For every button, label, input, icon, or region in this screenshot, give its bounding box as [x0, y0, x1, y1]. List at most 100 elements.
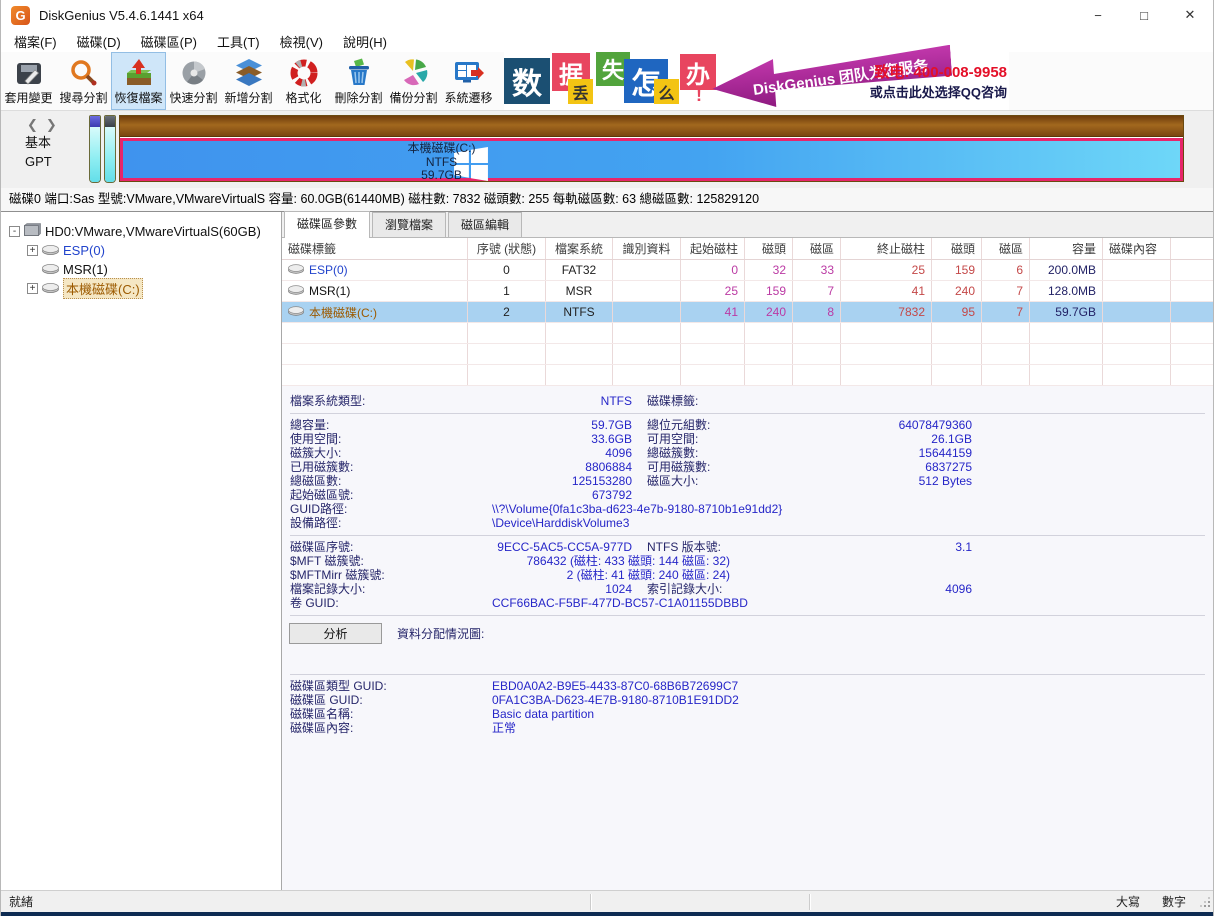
detail-value: 673792 — [480, 488, 632, 502]
toolbar-label: 搜尋分割 — [59, 89, 107, 106]
prev-disk-icon[interactable]: ❮ — [27, 117, 46, 132]
search-partition-icon — [69, 58, 99, 88]
disk-info-line: 磁碟0 端口:Sas 型號:VMware,VMwareVirtualS 容量: … — [1, 188, 1213, 212]
ad-qq-link[interactable]: 或点击此处选择QQ咨询 — [870, 82, 1007, 101]
system-migrate-button[interactable]: 系統遷移 — [441, 52, 496, 110]
detail-value: 1024 — [480, 582, 632, 596]
detail-label: 磁碟區內容: — [282, 721, 480, 735]
resize-grip[interactable] — [1197, 894, 1213, 910]
expand-icon[interactable]: + — [27, 283, 38, 294]
expand-icon[interactable]: + — [27, 245, 38, 256]
close-button[interactable]: ✕ — [1167, 0, 1213, 30]
tree-item-c-drive[interactable]: + 本機磁碟(C:) — [1, 279, 281, 297]
disk-type-label: 基本 GPT — [25, 133, 52, 171]
partition-tree: - HD0:VMware,VMwareVirtualS(60GB) + ESP(… — [1, 212, 282, 890]
ad-banner[interactable]: 数 据 丢 失 怎 么 办 ! DiskGenius 团队为您服务 致电: 40… — [504, 52, 1009, 110]
detail-value: 正常 — [492, 721, 516, 735]
detail-value: 3.1 — [787, 540, 972, 554]
divider — [290, 413, 1205, 414]
partition-details: 檔案系統類型:NTFS磁碟標籤: 總容量:59.7GB總位元組數:6407847… — [282, 386, 1213, 890]
ad-phone: 致电: 400-008-9958 — [874, 61, 1007, 82]
detail-label: $MFTMirr 磁簇號: — [282, 568, 480, 582]
disk-icon — [24, 223, 41, 239]
menu-item-help[interactable]: 說明(H) — [333, 32, 397, 51]
delete-partition-icon — [344, 58, 374, 88]
system-migrate-icon — [454, 58, 484, 88]
detail-label: 設備路徑: — [282, 516, 480, 530]
detail-value: 4096 — [787, 582, 972, 596]
app-icon: G — [11, 6, 30, 25]
divider — [590, 894, 591, 910]
analyze-row: 分析 資料分配情況圖: — [289, 623, 1213, 644]
detail-value: \\?\Volume{0fa1c3ba-d623-4e7b-9180-8710b… — [492, 502, 782, 516]
tree-item-msr[interactable]: MSR(1) — [1, 260, 281, 278]
c-partition-bar[interactable]: 本機磁碟(C:) NTFS 59.7GB — [120, 138, 1183, 181]
partition-icon — [42, 243, 59, 258]
detail-value: EBD0A0A2-B9E5-4433-87C0-68B6B72699C7 — [492, 679, 738, 693]
tree-item-hd0[interactable]: - HD0:VMware,VMwareVirtualS(60GB) — [1, 222, 281, 240]
table-empty-row — [282, 365, 1213, 386]
table-header-row: 磁碟標籤 序號 (狀態) 檔案系統 識別資料 起始磁柱 磁頭 磁區 終止磁柱 磁… — [282, 238, 1213, 260]
table-row-c-drive[interactable]: 本機磁碟(C:) 2 NTFS 41 240 8 7832 95 7 59.7G… — [282, 302, 1213, 323]
backup-partition-button[interactable]: 備份分割 — [386, 52, 441, 110]
next-disk-icon[interactable]: ❯ — [46, 117, 65, 132]
detail-label: 總容量: — [282, 418, 480, 432]
disk-nav-arrows[interactable]: ❮❯ — [27, 117, 65, 133]
detail-label: 檔案系統類型: — [282, 394, 480, 408]
detail-value: 33.6GB — [480, 432, 632, 446]
toolbar-label: 快速分割 — [169, 89, 217, 106]
detail-label: 磁碟區名稱: — [282, 707, 480, 721]
detail-value: 64078479360 — [787, 418, 972, 432]
divider — [290, 615, 1205, 616]
esp-partition-bar[interactable] — [89, 115, 101, 183]
window-controls: − □ ✕ — [1075, 0, 1213, 30]
disk-overview-panel: ❮❯ 基本 GPT 本機磁碟(C:) NTFS 59.7GB — [1, 110, 1213, 188]
toolbar-label: 刪除分割 — [334, 89, 382, 106]
table-row-msr[interactable]: MSR(1) 1 MSR 25 159 7 41 240 7 128.0MB — [282, 281, 1213, 302]
toolbar-label: 套用變更 — [4, 89, 52, 106]
collapse-icon[interactable]: - — [9, 226, 20, 237]
new-partition-icon — [234, 58, 264, 88]
disk-band[interactable] — [120, 116, 1183, 137]
tab-browse-files[interactable]: 瀏覽檔案 — [372, 212, 446, 237]
partition-icon — [42, 281, 59, 296]
new-partition-button[interactable]: 新增分割 — [221, 52, 276, 110]
apply-changes-button[interactable]: 套用變更 — [1, 52, 56, 110]
delete-partition-button[interactable]: 刪除分割 — [331, 52, 386, 110]
table-row-esp[interactable]: ESP(0) 0 FAT32 0 32 33 25 159 6 200.0MB — [282, 260, 1213, 281]
tab-sector-edit[interactable]: 磁區編輯 — [448, 212, 522, 237]
tab-bar: 磁碟區參數 瀏覽檔案 磁區編輯 — [282, 212, 1213, 238]
detail-value: 59.7GB — [480, 418, 632, 432]
detail-label: 磁簇大小: — [282, 446, 480, 460]
menu-item-disk[interactable]: 磁碟(D) — [67, 32, 131, 51]
menu-item-partition[interactable]: 磁碟區(P) — [131, 32, 207, 51]
toolbar-label: 備份分割 — [389, 89, 437, 106]
analyze-button[interactable]: 分析 — [289, 623, 382, 644]
apply-changes-icon — [14, 58, 44, 88]
detail-label: $MFT 磁簇號: — [282, 554, 480, 568]
tab-partition-parameters[interactable]: 磁碟區參數 — [284, 211, 370, 238]
menu-item-tools[interactable]: 工具(T) — [207, 32, 270, 51]
detail-value: NTFS — [480, 394, 632, 408]
partition-icon — [288, 263, 304, 277]
detail-label: 已用磁簇數: — [282, 460, 480, 474]
partition-icon — [42, 262, 59, 277]
format-button[interactable]: 格式化 — [276, 52, 331, 110]
status-caps-lock: 大寫 — [1105, 893, 1151, 910]
detail-value: 8806884 — [480, 460, 632, 474]
minimize-button[interactable]: − — [1075, 0, 1121, 30]
format-icon — [289, 58, 319, 88]
maximize-button[interactable]: □ — [1121, 0, 1167, 30]
menu-item-file[interactable]: 檔案(F) — [4, 32, 67, 51]
detail-label: 磁碟標籤: — [647, 394, 787, 408]
recover-files-button[interactable]: 恢復檔案 — [111, 52, 166, 110]
partition-icon — [288, 284, 304, 298]
detail-label: GUID路徑: — [282, 502, 480, 516]
detail-label: 可用空間: — [647, 432, 787, 446]
quick-partition-button[interactable]: 快速分割 — [166, 52, 221, 110]
tree-item-esp[interactable]: + ESP(0) — [1, 241, 281, 259]
backup-partition-icon — [399, 58, 429, 88]
menu-item-view[interactable]: 檢視(V) — [270, 32, 333, 51]
search-partition-button[interactable]: 搜尋分割 — [56, 52, 111, 110]
msr-partition-bar[interactable] — [104, 115, 116, 183]
